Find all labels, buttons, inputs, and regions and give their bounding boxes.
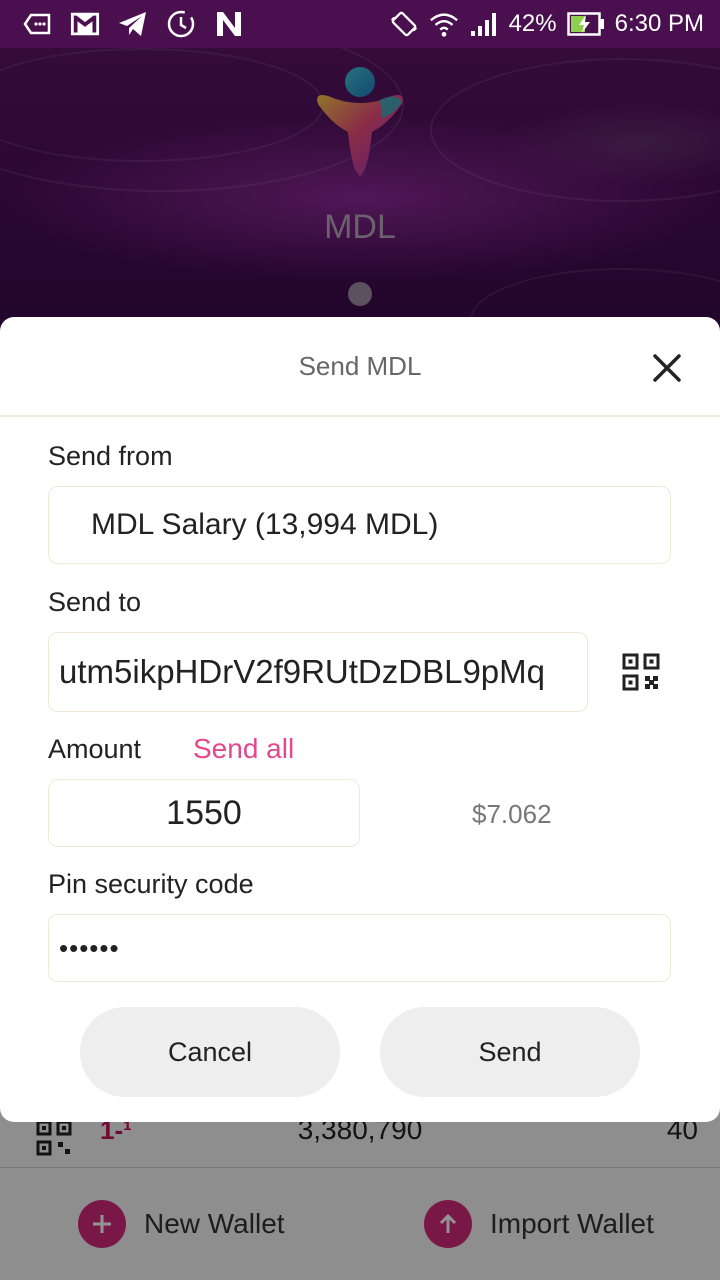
message-icon [22, 9, 52, 39]
close-icon [653, 354, 681, 382]
modal-header: Send MDL [0, 317, 720, 417]
battery-percent: 42% [508, 10, 557, 37]
sync-icon [166, 9, 196, 39]
gmail-icon [70, 9, 100, 39]
send-modal: Send MDL Send from MDL Salary (13,994 MD… [0, 317, 720, 1122]
mdl-logo-icon [317, 67, 403, 176]
pin-input[interactable]: •••••• [48, 914, 671, 982]
header-decoration [430, 58, 720, 202]
signal-icon [469, 9, 499, 39]
battery-charging-icon [566, 9, 605, 39]
coin-name: MDL [324, 208, 396, 246]
telegram-icon [118, 9, 148, 39]
send-button[interactable]: Send [380, 1007, 640, 1097]
import-wallet-button[interactable]: Import Wallet [424, 1200, 654, 1248]
wifi-icon [429, 9, 459, 39]
new-wallet-button[interactable]: New Wallet [78, 1200, 285, 1248]
send-to-value: utm5ikpHDrV2f9RUtDzDBL9pMq [59, 653, 545, 690]
pin-label: Pin security code [48, 869, 254, 899]
amount-value: 1550 [166, 793, 242, 832]
send-from-label: Send from [48, 441, 173, 471]
status-bar: 42% 6:30 PM [0, 0, 720, 48]
import-wallet-label: Import Wallet [490, 1208, 654, 1239]
cancel-button[interactable]: Cancel [80, 1007, 340, 1097]
send-to-input[interactable]: utm5ikpHDrV2f9RUtDzDBL9pMq [48, 632, 588, 712]
send-from-select[interactable]: MDL Salary (13,994 MDL) [48, 486, 671, 564]
amount-label: Amount [48, 734, 142, 764]
plus-icon [78, 1200, 126, 1248]
send-from-value: MDL Salary (13,994 MDL) [91, 508, 439, 541]
scan-qr-icon[interactable] [622, 653, 660, 691]
n-app-icon [214, 9, 244, 39]
status-bar-left [22, 9, 244, 39]
close-button[interactable] [646, 347, 688, 389]
amount-usd-value: $7.062 [472, 799, 552, 829]
arrow-up-icon [424, 1200, 472, 1248]
wallet-header: MDL [0, 48, 720, 338]
modal-title: Send MDL [298, 351, 422, 381]
status-bar-right: 42% 6:30 PM [389, 9, 704, 39]
send-all-link[interactable]: Send all [193, 733, 294, 765]
new-wallet-label: New Wallet [144, 1208, 285, 1239]
clock: 6:30 PM [614, 10, 704, 37]
page-indicator-dot[interactable] [348, 282, 372, 306]
vibrate-icon [389, 9, 419, 39]
pin-value: •••••• [59, 932, 120, 963]
amount-input[interactable]: 1550 [48, 779, 360, 847]
send-to-label: Send to [48, 587, 142, 617]
